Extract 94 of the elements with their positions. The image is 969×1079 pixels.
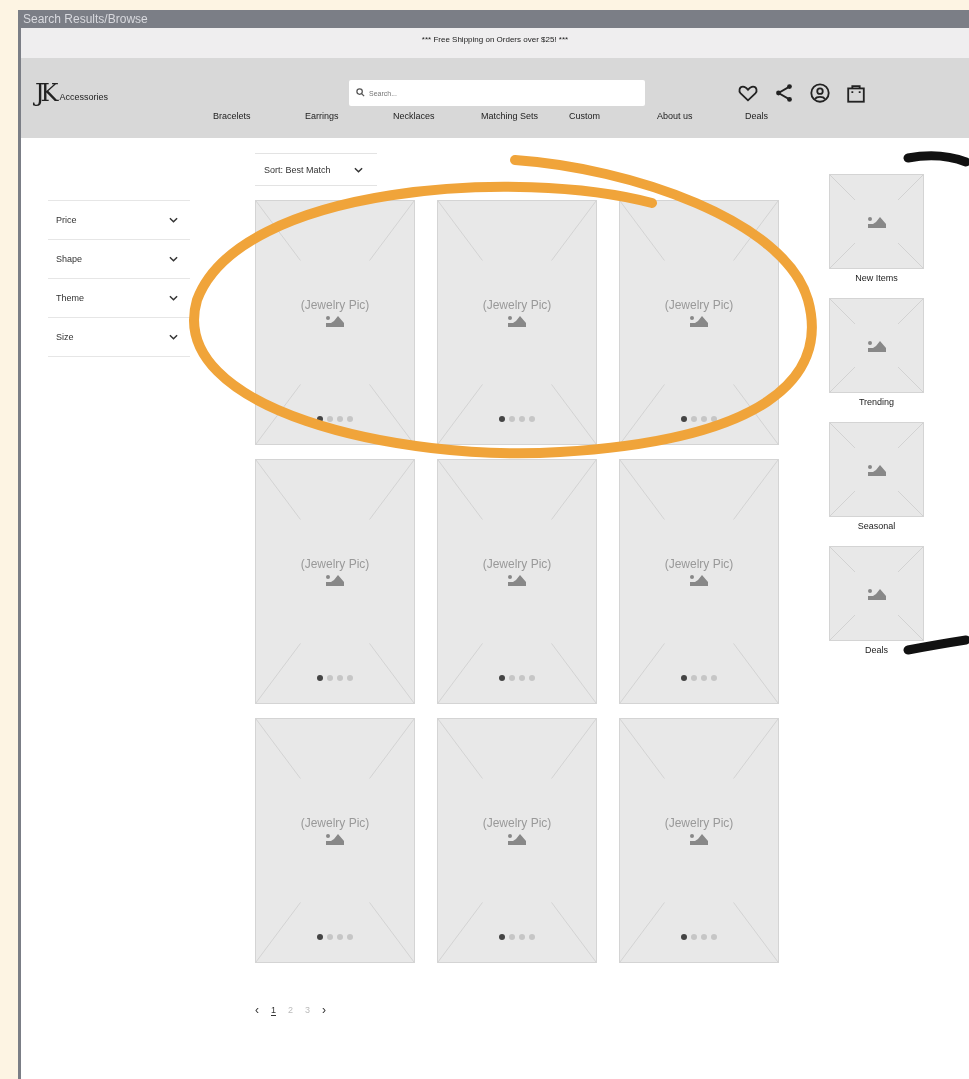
image-caption: (Jewelry Pic) bbox=[664, 816, 734, 830]
carousel-dot[interactable] bbox=[701, 934, 707, 940]
image-icon bbox=[689, 833, 709, 845]
sort-dropdown[interactable]: Sort: Best Match bbox=[255, 153, 377, 186]
carousel-dot[interactable] bbox=[499, 416, 505, 422]
image-icon bbox=[507, 574, 527, 586]
image-icon bbox=[507, 315, 527, 327]
shopping-bag-icon[interactable] bbox=[845, 82, 867, 104]
carousel-dot[interactable] bbox=[701, 416, 707, 422]
image-caption: (Jewelry Pic) bbox=[300, 557, 370, 571]
category-image-placeholder[interactable] bbox=[829, 422, 924, 517]
filter-dropdown[interactable]: Price bbox=[48, 200, 190, 239]
carousel-dot[interactable] bbox=[701, 675, 707, 681]
previous-page-link[interactable]: ‹ bbox=[255, 1003, 259, 1017]
carousel-dot[interactable] bbox=[337, 934, 343, 940]
image-caption: (Jewelry Pic) bbox=[482, 816, 552, 830]
carousel-dot[interactable] bbox=[681, 675, 687, 681]
carousel-dot[interactable] bbox=[317, 675, 323, 681]
image-caption: (Jewelry Pic) bbox=[482, 298, 552, 312]
image-caption: (Jewelry Pic) bbox=[664, 298, 734, 312]
carousel-dot[interactable] bbox=[711, 934, 717, 940]
carousel-dot[interactable] bbox=[337, 416, 343, 422]
page-link[interactable]: 1 bbox=[271, 1004, 276, 1016]
image-icon bbox=[689, 574, 709, 586]
image-icon bbox=[507, 833, 527, 845]
shipping-banner: *** Free Shipping on Orders over $25! *** bbox=[21, 28, 969, 58]
chevron-down-icon bbox=[169, 217, 178, 223]
category-image-placeholder[interactable] bbox=[829, 298, 924, 393]
carousel-dot[interactable] bbox=[529, 675, 535, 681]
carousel-dot[interactable] bbox=[347, 934, 353, 940]
carousel-dot[interactable] bbox=[691, 934, 697, 940]
carousel-dot[interactable] bbox=[711, 675, 717, 681]
image-icon bbox=[325, 315, 345, 327]
carousel-dot[interactable] bbox=[347, 675, 353, 681]
image-caption: (Jewelry Pic) bbox=[482, 557, 552, 571]
chevron-down-icon bbox=[169, 334, 178, 340]
image-icon bbox=[325, 574, 345, 586]
next-page-link[interactable]: › bbox=[322, 1003, 327, 1017]
filter-dropdown[interactable]: Theme bbox=[48, 278, 190, 317]
image-icon bbox=[689, 315, 709, 327]
carousel-dot[interactable] bbox=[499, 934, 505, 940]
image-icon bbox=[866, 463, 887, 476]
image-caption: (Jewelry Pic) bbox=[300, 298, 370, 312]
chevron-down-icon bbox=[169, 295, 178, 301]
category-label[interactable]: Deals bbox=[865, 645, 888, 655]
carousel-dot[interactable] bbox=[317, 416, 323, 422]
logo-text[interactable]: Accessories bbox=[59, 92, 109, 102]
carousel-dot[interactable] bbox=[327, 934, 333, 940]
search-icon bbox=[356, 88, 365, 97]
nav-link[interactable]: Matching Sets bbox=[481, 111, 569, 121]
chevron-down-icon bbox=[169, 256, 178, 262]
category-image-placeholder[interactable] bbox=[829, 174, 924, 269]
carousel-dot[interactable] bbox=[681, 416, 687, 422]
share-icon[interactable] bbox=[773, 82, 795, 104]
image-icon bbox=[866, 215, 887, 228]
category-label[interactable]: Seasonal bbox=[857, 521, 896, 531]
carousel-dot[interactable] bbox=[499, 675, 505, 681]
carousel-dot[interactable] bbox=[327, 416, 333, 422]
carousel-dot[interactable] bbox=[711, 416, 717, 422]
category-label[interactable]: New Items bbox=[855, 273, 898, 283]
carousel-dot[interactable] bbox=[509, 934, 515, 940]
chevron-down-icon bbox=[354, 166, 363, 173]
carousel-dot[interactable] bbox=[681, 934, 687, 940]
account-icon[interactable] bbox=[809, 82, 831, 104]
carousel-dot[interactable] bbox=[529, 934, 535, 940]
carousel-dot[interactable] bbox=[519, 675, 525, 681]
category-label[interactable]: Trending bbox=[858, 397, 895, 407]
carousel-dot[interactable] bbox=[519, 934, 525, 940]
carousel-dot[interactable] bbox=[317, 934, 323, 940]
nav-link[interactable]: About us bbox=[657, 111, 745, 121]
window-title: Search Results/Browse bbox=[21, 10, 969, 28]
image-caption: (Jewelry Pic) bbox=[664, 557, 734, 571]
carousel-dot[interactable] bbox=[509, 416, 515, 422]
nav-link[interactable]: Custom bbox=[569, 111, 657, 121]
image-icon bbox=[325, 833, 345, 845]
nav-link[interactable]: Deals bbox=[745, 111, 833, 121]
nav-link[interactable]: Necklaces bbox=[393, 111, 481, 121]
carousel-dot[interactable] bbox=[691, 675, 697, 681]
image-icon bbox=[866, 587, 887, 600]
carousel-dot[interactable] bbox=[529, 416, 535, 422]
image-caption: (Jewelry Pic) bbox=[300, 816, 370, 830]
carousel-dot[interactable] bbox=[509, 675, 515, 681]
category-image-placeholder[interactable] bbox=[829, 546, 924, 641]
carousel-dot[interactable] bbox=[691, 416, 697, 422]
carousel-dot[interactable] bbox=[327, 675, 333, 681]
nav-link[interactable]: Earrings bbox=[305, 111, 393, 121]
carousel-dot[interactable] bbox=[337, 675, 343, 681]
filter-dropdown[interactable]: Shape bbox=[48, 239, 190, 278]
image-icon bbox=[866, 339, 887, 352]
filter-dropdown[interactable]: Size bbox=[48, 317, 190, 357]
logo-mark[interactable]: JK bbox=[35, 80, 55, 106]
carousel-dot[interactable] bbox=[347, 416, 353, 422]
carousel-dot[interactable] bbox=[519, 416, 525, 422]
nav-link[interactable]: Bracelets bbox=[213, 111, 301, 121]
